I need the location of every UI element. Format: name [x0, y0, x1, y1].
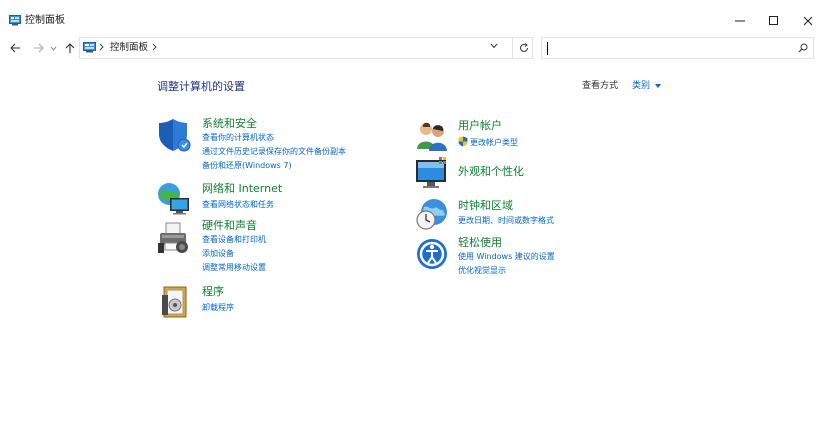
- shield-icon[interactable]: [158, 118, 192, 152]
- category-title[interactable]: 系统和安全: [202, 117, 257, 131]
- control-panel-icon: [9, 15, 21, 26]
- forward-button[interactable]: [31, 40, 45, 56]
- category-title[interactable]: 时钟和区域: [458, 199, 513, 213]
- page-heading: 调整计算机的设置: [157, 80, 245, 93]
- category-link[interactable]: 备份和还原(Windows 7): [202, 160, 292, 171]
- network-globe-icon[interactable]: [157, 181, 191, 215]
- category-link[interactable]: 更改帐户类型: [470, 137, 518, 148]
- text-caret: [547, 42, 548, 55]
- category-link[interactable]: 添加设备: [202, 248, 234, 259]
- minimize-button[interactable]: [727, 9, 753, 33]
- address-dropdown-icon[interactable]: [490, 43, 498, 49]
- category-link[interactable]: 查看设备和打印机: [202, 234, 266, 245]
- printer-speaker-icon[interactable]: [157, 221, 191, 255]
- ease-of-access-icon[interactable]: [415, 237, 449, 271]
- search-input[interactable]: [541, 37, 814, 59]
- category-title[interactable]: 轻松使用: [458, 236, 502, 250]
- view-by-label: 查看方式: [582, 81, 619, 91]
- category-link[interactable]: 调整常用移动设置: [202, 262, 266, 273]
- users-icon[interactable]: [415, 119, 449, 153]
- control-panel-icon: [83, 42, 96, 53]
- category-link[interactable]: 查看你的计算机状态: [202, 132, 274, 143]
- dropdown-arrow-icon: [655, 83, 662, 88]
- breadcrumb-chevron-icon[interactable]: [99, 42, 104, 52]
- close-icon: [803, 16, 813, 26]
- view-by-value[interactable]: 类别: [632, 81, 650, 91]
- category-link[interactable]: 更改日期、时间或数字格式: [458, 215, 554, 226]
- forward-arrow-icon: [33, 43, 44, 53]
- back-arrow-icon: [9, 43, 20, 53]
- breadcrumb-chevron-icon[interactable]: [152, 42, 157, 52]
- minimize-icon: [735, 20, 745, 22]
- close-button[interactable]: [795, 9, 819, 33]
- title-bar: 控制面板: [0, 0, 819, 40]
- refresh-icon: [519, 43, 528, 52]
- category-link[interactable]: 使用 Windows 建议的设置: [458, 251, 555, 262]
- back-button[interactable]: [8, 40, 22, 56]
- category-link[interactable]: 查看网络状态和任务: [202, 199, 274, 210]
- uac-shield-icon: [458, 136, 468, 147]
- navigation-bar: 控制面板: [0, 36, 819, 60]
- category-title[interactable]: 外观和个性化: [458, 165, 524, 179]
- window-title: 控制面板: [25, 15, 65, 26]
- maximize-button[interactable]: [761, 9, 787, 33]
- refresh-button[interactable]: [512, 38, 534, 58]
- monitor-palette-icon[interactable]: [415, 156, 449, 190]
- category-link[interactable]: 卸载程序: [202, 302, 234, 313]
- category-title[interactable]: 网络和 Internet: [202, 182, 282, 196]
- search-icon[interactable]: [798, 43, 808, 53]
- address-bar[interactable]: 控制面板: [79, 37, 533, 59]
- up-arrow-icon: [65, 42, 75, 53]
- up-button[interactable]: [63, 40, 77, 56]
- clock-globe-icon[interactable]: [415, 197, 449, 231]
- category-title[interactable]: 程序: [202, 285, 224, 299]
- programs-icon[interactable]: [159, 285, 193, 319]
- category-link[interactable]: 通过文件历史记录保存你的文件备份副本: [202, 146, 346, 157]
- maximize-icon: [769, 16, 778, 25]
- recent-locations-button[interactable]: [48, 40, 58, 56]
- category-title[interactable]: 硬件和声音: [202, 219, 257, 233]
- breadcrumb-control-panel[interactable]: 控制面板: [110, 42, 148, 54]
- view-by-dropdown[interactable]: 类别: [632, 80, 662, 92]
- category-title[interactable]: 用户帐户: [458, 119, 502, 133]
- category-link[interactable]: 优化视觉显示: [458, 265, 506, 276]
- chevron-down-icon: [50, 46, 56, 51]
